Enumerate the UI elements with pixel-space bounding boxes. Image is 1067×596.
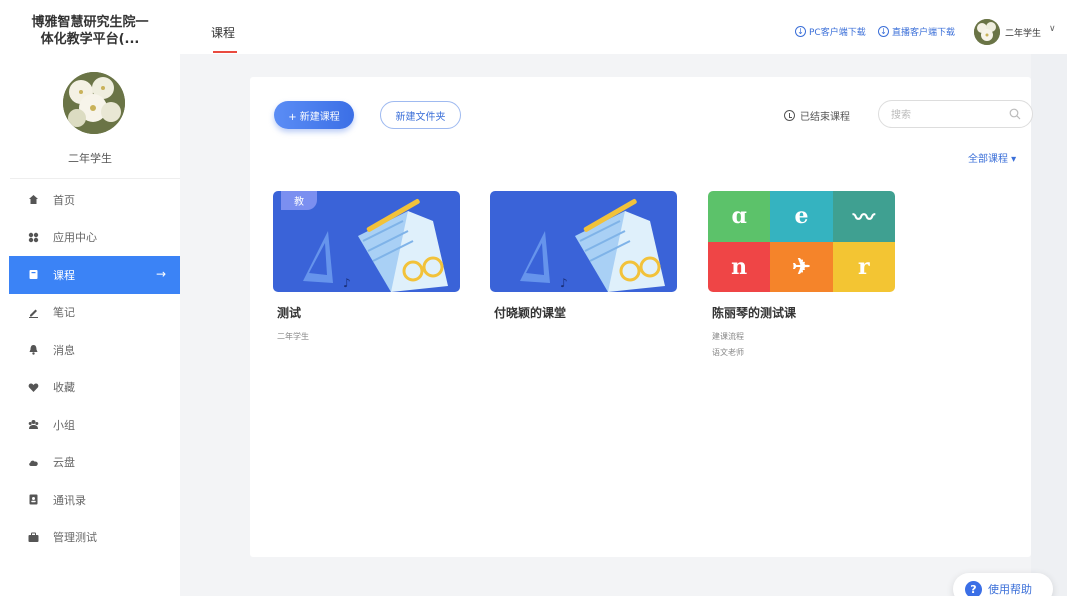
heart-icon	[27, 381, 39, 393]
pc-client-download-link[interactable]: ↓ PC客户端下载	[795, 25, 866, 38]
question-icon: ?	[965, 580, 982, 596]
home-icon	[27, 194, 39, 206]
download-icon: ↓	[795, 26, 806, 37]
course-meta: 建课流程 语文老师	[708, 329, 895, 361]
help-button[interactable]: ? 使用帮助	[953, 573, 1053, 596]
course-title[interactable]: 测试	[273, 304, 460, 321]
bell-icon	[27, 344, 39, 356]
active-tab-indicator	[213, 51, 237, 53]
sidebar-item-contacts[interactable]: 通讯录	[9, 481, 180, 519]
course-teacher: 二年学生	[277, 332, 309, 341]
sidebar-item-courses[interactable]: 课程 →	[9, 256, 180, 294]
svg-text:♪: ♪	[343, 276, 351, 290]
scroll-gutter	[1031, 54, 1067, 596]
course-panel: + 新建课程 新建文件夹 已结束课程 全部课程 ▾ ♪	[250, 77, 1033, 557]
sidebar-item-home[interactable]: 首页	[9, 181, 180, 219]
course-cover[interactable]: ɑ e 〰 n ✈ r	[708, 191, 895, 292]
course-cover[interactable]: ♪ 教	[273, 191, 460, 292]
live-client-download-link[interactable]: ↓ 直播客户端下载	[878, 25, 955, 38]
search-box[interactable]	[878, 100, 1033, 128]
download-icon: ↓	[878, 26, 889, 37]
sidebar-user-name: 二年学生	[68, 152, 112, 165]
sidebar-item-cloud[interactable]: 云盘	[9, 444, 180, 482]
sidebar-item-notes[interactable]: 笔记	[9, 294, 180, 332]
course-card[interactable]: ♪ 付晓颖的课堂	[490, 191, 677, 321]
sidebar-item-label: 云盘	[53, 456, 75, 470]
tab-courses[interactable]: 课程	[211, 24, 235, 41]
course-card[interactable]: ɑ e 〰 n ✈ r 陈丽琴的测试课 建课流程 语文老师	[708, 191, 895, 361]
sidebar-item-messages[interactable]: 消息	[9, 331, 180, 369]
top-user-name[interactable]: 二年学生	[1005, 26, 1041, 39]
ended-courses-link[interactable]: 已结束课程	[784, 108, 850, 123]
sidebar: 博雅智慧研究生院一 体化教学平台(... 二年学生 首页 应用中心 课程 → 笔…	[0, 0, 180, 596]
briefcase-icon	[27, 531, 39, 543]
sidebar-item-favorites[interactable]: 收藏	[9, 369, 180, 407]
course-title[interactable]: 付晓颖的课堂	[490, 304, 677, 321]
chevron-down-icon[interactable]: ∨	[1049, 24, 1056, 34]
top-bar: 课程 ↓ PC客户端下载 ↓ 直播客户端下载 二年学生 ∨	[180, 0, 1067, 54]
sidebar-item-apps[interactable]: 应用中心	[9, 219, 180, 257]
mustache-icon: 〰	[832, 191, 895, 242]
app-tile-icon: n	[708, 241, 771, 292]
course-teacher: 语文老师	[712, 348, 744, 357]
avatar[interactable]	[63, 72, 125, 134]
app-tile-icon: e	[770, 191, 833, 242]
course-title[interactable]: 陈丽琴的测试课	[708, 304, 895, 321]
sidebar-item-admin-test[interactable]: 管理测试	[9, 519, 180, 557]
brand-title: 博雅智慧研究生院一 体化教学平台(...	[31, 15, 149, 47]
svg-text:♪: ♪	[560, 276, 568, 290]
sidebar-item-label: 通讯录	[53, 493, 86, 507]
all-courses-filter[interactable]: 全部课程 ▾	[968, 150, 1016, 165]
teacher-badge: 教	[281, 191, 317, 210]
book-icon	[27, 269, 39, 281]
sidebar-item-label: 应用中心	[53, 231, 97, 245]
sidebar-item-label: 管理测试	[53, 531, 97, 545]
search-input[interactable]	[891, 107, 1001, 123]
new-folder-button[interactable]: 新建文件夹	[380, 101, 461, 129]
sidebar-nav: 首页 应用中心 课程 → 笔记 消息 收藏 小组 云盘 通讯录 管理测试	[9, 181, 180, 556]
pen-icon	[27, 306, 39, 318]
bird-icon: ✈	[770, 241, 833, 292]
course-category: 建课流程	[712, 332, 744, 341]
app-tile-icon: ɑ	[708, 191, 771, 242]
apps-icon	[27, 231, 39, 243]
contacts-icon	[27, 494, 39, 506]
sidebar-item-label: 消息	[53, 343, 75, 357]
sidebar-item-groups[interactable]: 小组	[9, 406, 180, 444]
sidebar-item-label: 首页	[53, 193, 75, 207]
sidebar-item-label: 笔记	[53, 306, 75, 320]
user-avatar[interactable]	[974, 19, 1000, 45]
sidebar-item-label: 课程	[53, 268, 75, 282]
group-icon	[27, 419, 39, 431]
clock-icon	[784, 110, 795, 121]
course-card[interactable]: ♪ 教 测试 二年学生	[273, 191, 460, 345]
app-tile-icon: r	[832, 241, 895, 292]
course-cover[interactable]: ♪	[490, 191, 677, 292]
arrow-right-icon: →	[155, 267, 166, 281]
sidebar-item-label: 收藏	[53, 381, 75, 395]
search-icon[interactable]	[1009, 108, 1021, 120]
sidebar-item-label: 小组	[53, 418, 75, 432]
sidebar-divider	[10, 178, 180, 179]
new-course-button[interactable]: + 新建课程	[274, 101, 354, 129]
cloud-icon	[27, 456, 39, 468]
